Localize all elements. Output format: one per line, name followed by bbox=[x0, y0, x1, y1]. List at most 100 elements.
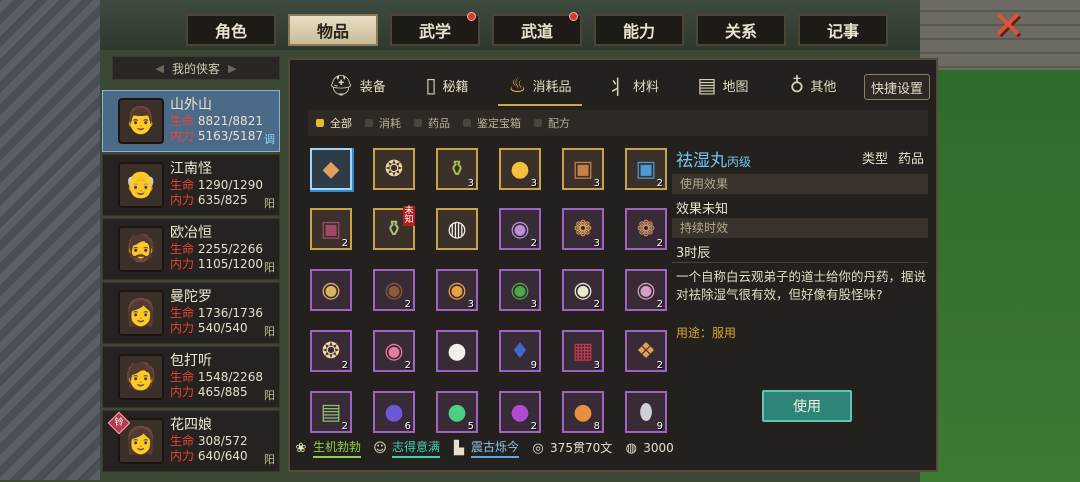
party-member[interactable]: 🧑 包打听 生命 1548/2268 内力 465/885 阳 bbox=[102, 346, 280, 408]
duration-section-header: 持续时效 bbox=[672, 218, 928, 238]
category-tab-5[interactable]: ♁ 其他 bbox=[768, 66, 858, 104]
item-usage: 用途：服用 bbox=[676, 326, 737, 340]
item-slot[interactable]: ❂ bbox=[373, 148, 415, 190]
item-slot[interactable]: ● 5 bbox=[436, 391, 478, 433]
category-tab-3[interactable]: ⺦材料 bbox=[588, 66, 678, 104]
filter-label: 药品 bbox=[428, 117, 450, 130]
top-tab-label: 武学 bbox=[418, 22, 451, 41]
item-icon: ◉ bbox=[510, 277, 530, 303]
item-slot[interactable]: ▤ 2 bbox=[310, 391, 352, 433]
item-slot[interactable]: ◉ 3 bbox=[436, 269, 478, 311]
top-tab-3[interactable]: 武道 bbox=[492, 12, 582, 46]
status-2[interactable]: ▙ 震古烁今 bbox=[450, 438, 520, 458]
item-slot[interactable]: ❁ 3 bbox=[562, 208, 604, 250]
item-slot[interactable]: ● 3 bbox=[499, 148, 541, 190]
status-1[interactable]: ☺ 志得意满 bbox=[371, 438, 441, 458]
item-icon: ◉ bbox=[573, 277, 593, 303]
status-0[interactable]: ❀ 生机勃勃 bbox=[292, 438, 362, 458]
status-3[interactable]: ◎ 375贯70文 bbox=[529, 439, 612, 457]
top-tab-1[interactable]: 物品 bbox=[288, 14, 378, 46]
item-slot[interactable]: ● bbox=[436, 330, 478, 372]
item-slot[interactable]: ▦ 3 bbox=[562, 330, 604, 372]
top-tab-0[interactable]: 角色 bbox=[186, 14, 276, 46]
item-slot[interactable]: ◆ bbox=[310, 148, 352, 190]
item-slot[interactable]: ◉ 2 bbox=[373, 269, 415, 311]
item-slot[interactable]: ◉ 2 bbox=[373, 330, 415, 372]
inventory-panel: ⛑ 装备 ▯ 秘籍 ♨ 消耗品⺦材料 ▤ 地图 ♁ 其他 快捷设置 全部 消耗 药品 鉴定宝箱 配方 ◆ ❂… bbox=[288, 58, 938, 472]
use-button[interactable]: 使用 bbox=[762, 390, 852, 422]
item-slot[interactable]: ◉ bbox=[310, 269, 352, 311]
top-tab-5[interactable]: 关系 bbox=[696, 14, 786, 46]
item-slot[interactable]: ● 8 bbox=[562, 391, 604, 433]
item-count: 3 bbox=[530, 178, 537, 189]
item-slot[interactable]: ❁ 2 bbox=[625, 208, 667, 250]
category-tab-1[interactable]: ▯ 秘籍 bbox=[402, 66, 492, 104]
top-tab-2[interactable]: 武学 bbox=[390, 12, 480, 46]
item-icon: ♦ bbox=[510, 338, 530, 364]
filter-label: 全部 bbox=[330, 117, 352, 130]
item-slot[interactable]: ◍ bbox=[436, 208, 478, 250]
avatar: 👩 bbox=[118, 290, 164, 336]
top-tab-label: 角色 bbox=[214, 22, 247, 41]
item-slot[interactable]: ◉ 2 bbox=[499, 208, 541, 250]
close-icon[interactable]: ✕ bbox=[990, 6, 1026, 44]
mp-label: 内力 bbox=[170, 385, 195, 399]
filter-dot-icon bbox=[534, 119, 542, 127]
filter-label: 鉴定宝箱 bbox=[477, 117, 521, 130]
member-hp: 生命 1290/1290 bbox=[170, 178, 279, 193]
item-slot[interactable]: ◉ 2 bbox=[562, 269, 604, 311]
mp-label: 内力 bbox=[170, 257, 195, 271]
filter-0[interactable]: 全部 bbox=[316, 115, 352, 131]
filter-4[interactable]: 配方 bbox=[534, 115, 570, 131]
top-tab-4[interactable]: 能力 bbox=[594, 14, 684, 46]
item-grade: 丙级 bbox=[727, 155, 752, 169]
status-bar: ❀ 生机勃勃 ☺ 志得意满 ▙ 震古烁今 ◎ 375贯70文 ◍ 3000 bbox=[292, 435, 684, 461]
item-slot[interactable]: ● 6 bbox=[373, 391, 415, 433]
item-icon: ⚱ bbox=[384, 216, 404, 242]
party-member[interactable]: 👨 山外山 生命 8821/8821 内力 5163/5187 调 bbox=[102, 90, 280, 152]
item-slot[interactable]: ▣ 2 bbox=[310, 208, 352, 250]
item-count: 2 bbox=[530, 421, 537, 432]
mp-label: 内力 bbox=[170, 193, 195, 207]
item-slot[interactable]: ◉ 2 bbox=[625, 269, 667, 311]
chevron-right-icon[interactable]: ▶ bbox=[228, 62, 236, 75]
filter-dot-icon bbox=[365, 119, 373, 127]
item-slot[interactable]: ❂ 2 bbox=[310, 330, 352, 372]
category-icon: ⺦ bbox=[606, 74, 627, 99]
top-tab-6[interactable]: 记事 bbox=[798, 14, 888, 46]
item-slot[interactable]: ◉ 3 bbox=[499, 269, 541, 311]
party-member[interactable]: 🧔 欧冶恒 生命 2255/2266 内力 1105/1200 阳 bbox=[102, 218, 280, 280]
member-name: 花四娘 bbox=[170, 417, 212, 433]
item-slot[interactable]: ⬮ 9 bbox=[625, 391, 667, 433]
filter-2[interactable]: 药品 bbox=[414, 115, 450, 131]
member-mp: 内力 465/885 bbox=[170, 385, 279, 400]
item-slot[interactable]: ❖ 2 bbox=[625, 330, 667, 372]
item-slot[interactable]: ♦ 9 bbox=[499, 330, 541, 372]
chevron-left-icon[interactable]: ◀ bbox=[156, 62, 164, 75]
party-member[interactable]: 铃 👩 花四娘 生命 308/572 内力 640/640 阳 bbox=[102, 410, 280, 472]
category-tab-2[interactable]: ♨ 消耗品 bbox=[492, 66, 588, 106]
category-label: 地图 bbox=[722, 79, 749, 95]
status-4[interactable]: ◍ 3000 bbox=[622, 439, 674, 457]
item-slot[interactable]: ● 2 bbox=[499, 391, 541, 433]
item-count: 2 bbox=[656, 238, 663, 249]
party-member[interactable]: 👩 曼陀罗 生命 1736/1736 内力 540/540 阳 bbox=[102, 282, 280, 344]
filter-3[interactable]: 鉴定宝箱 bbox=[463, 115, 521, 131]
member-info: 包打听 生命 1548/2268 内力 465/885 bbox=[170, 354, 279, 400]
item-icon: ◉ bbox=[384, 277, 404, 303]
quick-settings-button[interactable]: 快捷设置 bbox=[864, 74, 930, 100]
category-icon: ♁ bbox=[789, 73, 805, 97]
item-icon: ⚱ bbox=[447, 156, 467, 182]
category-tab-0[interactable]: ⛑ 装备 bbox=[312, 66, 402, 104]
item-count: 8 bbox=[593, 421, 600, 432]
item-slot[interactable]: ▣ 3 bbox=[562, 148, 604, 190]
item-slot[interactable]: ⚱ 3 bbox=[436, 148, 478, 190]
category-tab-4[interactable]: ▤ 地图 bbox=[678, 66, 768, 104]
item-slot[interactable]: ▣ 2 bbox=[625, 148, 667, 190]
item-count: 2 bbox=[404, 360, 411, 371]
hp-value: 1736/1736 bbox=[197, 306, 263, 320]
party-member[interactable]: 👴 江南怪 生命 1290/1290 内力 635/825 阳 bbox=[102, 154, 280, 216]
hp-label: 生命 bbox=[170, 306, 195, 320]
item-slot[interactable]: ⚱ 未知 bbox=[373, 206, 415, 250]
filter-1[interactable]: 消耗 bbox=[365, 115, 401, 131]
